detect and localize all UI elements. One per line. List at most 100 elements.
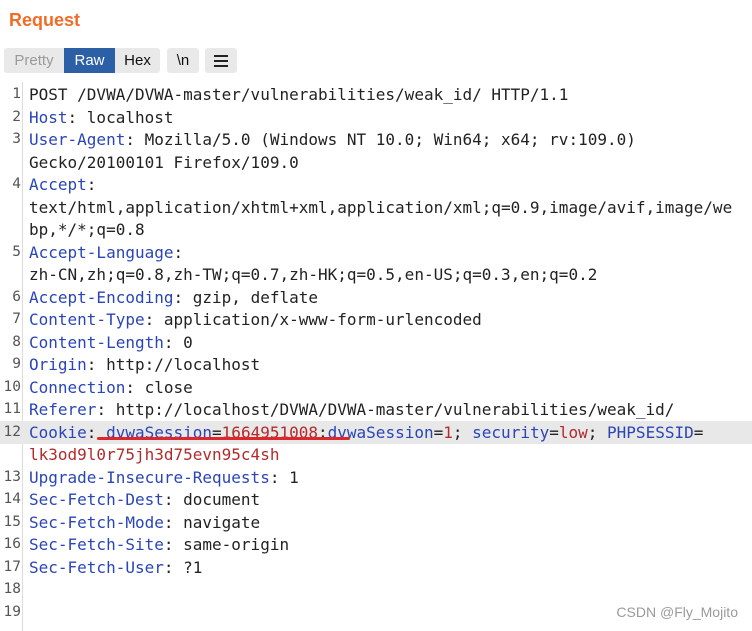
header-value: : close [125, 377, 193, 397]
header-key: Content-Type [29, 310, 145, 329]
code-line: 5 Accept-Language: [0, 241, 752, 264]
header-value: : 0 [163, 332, 193, 352]
line-code: Sec-Fetch-Mode: navigate [29, 511, 260, 534]
header-value: : [86, 175, 97, 194]
code-line: 10 Connection: close [0, 376, 752, 399]
line-code: bp,*/*;q=0.8 [29, 220, 145, 239]
header-key: Accept-Language [29, 242, 174, 262]
line-code: Upgrade-Insecure-Requests: 1 [29, 466, 299, 489]
header-value: : application/x-www-form-urlencoded [144, 310, 482, 329]
code-line: 17 Sec-Fetch-User: ?1 [0, 556, 752, 579]
line-number: 8 [12, 333, 21, 350]
tab-pretty[interactable]: Pretty [4, 48, 64, 73]
code-line: 9 Origin: http://localhost [0, 353, 752, 376]
header-key: Origin [29, 355, 87, 374]
line-number: 9 [12, 356, 21, 372]
view-toolbar: Pretty Raw Hex \n [4, 48, 237, 73]
cookie-name: security [472, 422, 550, 442]
code-line: 11 Referer: http://localhost/DVWA/DVWA-ma… [0, 398, 752, 421]
line-number: 15 [3, 513, 21, 530]
panel-title: Request [9, 10, 81, 30]
code-line: 14 Sec-Fetch-Dest: document [0, 488, 752, 511]
cookie-separator: = [693, 422, 704, 442]
line-number: 7 [12, 311, 21, 327]
header-value: : gzip, deflate [173, 287, 319, 307]
line-code: Content-Length: 0 [29, 331, 193, 354]
header-value: : document [163, 490, 261, 509]
header-key: Accept-Encoding [29, 287, 174, 307]
header-key: Cookie [29, 422, 87, 442]
line-number: 16 [3, 536, 21, 552]
line-code: lk3od9l0r75jh3d75evn95c4sh [29, 443, 279, 466]
line-code: Referer: http://localhost/DVWA/DVWA-mast… [29, 398, 674, 421]
header-key: Content-Length [29, 332, 164, 352]
line-number: 1 [12, 86, 21, 102]
line-number: 13 [3, 468, 21, 485]
header-key: Upgrade-Insecure-Requests [29, 467, 270, 487]
header-key: Sec-Fetch-Mode [29, 512, 164, 532]
code-line: 16 Sec-Fetch-Site: same-origin [0, 533, 752, 556]
code-line: 13 Upgrade-Insecure-Requests: 1 [0, 466, 752, 489]
cookie-highlight-underline [97, 437, 350, 440]
cookie-value: low [558, 422, 588, 442]
line-number: 11 [3, 401, 21, 417]
header-value: : same-origin [163, 535, 290, 554]
code-line: 2 Host: localhost [0, 106, 752, 129]
cookie-separator: ; [452, 422, 473, 442]
code-line: 1 POST /DVWA/DVWA-master/vulnerabilities/… [0, 83, 752, 106]
tab-hex[interactable]: Hex [115, 48, 160, 73]
line-code: Cookie: dvwaSession=1664951008;dvwaSessi… [29, 421, 703, 444]
line-code: Sec-Fetch-Dest: document [29, 488, 260, 511]
code-line: 4 Accept: [0, 173, 752, 196]
code-line: 15 Sec-Fetch-Mode: navigate [0, 511, 752, 534]
line-number: 2 [12, 108, 21, 125]
header-key: Sec-Fetch-User [29, 557, 164, 577]
line-code: Accept: [29, 173, 96, 196]
cookie-separator: = [549, 422, 559, 442]
header-key: Connection [29, 377, 126, 397]
line-code: Accept-Language: [29, 241, 183, 264]
request-editor[interactable]: 1 POST /DVWA/DVWA-master/vulnerabilities/… [0, 82, 752, 631]
code-line: bp,*/*;q=0.8 [0, 218, 752, 241]
line-code: Host: localhost [29, 106, 174, 129]
line-number: 19 [3, 603, 21, 620]
header-value: : Mozilla/5.0 (Windows NT 10.0; Win64; x… [125, 130, 636, 149]
header-key: User-Agent [29, 130, 126, 149]
code-line: 12 Cookie: dvwaSession=1664951008;dvwaSes… [0, 420, 752, 444]
code-line: Gecko/20100101 Firefox/109.0 [0, 151, 752, 174]
watermark: CSDN @Fly_Mojito [616, 604, 738, 620]
cookie-name: PHPSESSID [607, 422, 694, 442]
header-value: : 1 [269, 467, 299, 487]
hamburger-menu-icon [214, 54, 228, 67]
header-value: : http://localhost [86, 355, 261, 374]
code-line: 6 Accept-Encoding: gzip, deflate [0, 286, 752, 309]
cookie-value: lk3od9l0r75jh3d75evn95c4sh [29, 445, 280, 464]
code-line: 18 [0, 578, 752, 601]
line-code: Gecko/20100101 Firefox/109.0 [29, 152, 299, 172]
line-number: 17 [3, 558, 21, 575]
header-value: : ?1 [163, 557, 203, 577]
code-line: zh-CN,zh;q=0.8,zh-TW;q=0.7,zh-HK;q=0.5,e… [0, 263, 752, 286]
line-code: Content-Type: application/x-www-form-url… [29, 308, 482, 331]
line-number: 3 [12, 131, 21, 147]
menu-button[interactable] [205, 48, 237, 73]
line-code: Accept-Encoding: gzip, deflate [29, 286, 318, 309]
tab-raw[interactable]: Raw [64, 48, 115, 73]
line-number: 12 [3, 423, 21, 440]
line-number: 4 [12, 176, 21, 192]
line-code: POST /DVWA/DVWA-master/vulnerabilities/w… [29, 85, 569, 104]
line-number: 10 [3, 378, 21, 395]
line-code: zh-CN,zh;q=0.8,zh-TW;q=0.7,zh-HK;q=0.5,e… [29, 265, 598, 284]
header-key: Host [29, 107, 68, 127]
code-line: text/html,application/xhtml+xml,applicat… [0, 196, 752, 219]
show-newlines-button[interactable]: \n [167, 48, 199, 73]
line-code: text/html,application/xhtml+xml,applicat… [29, 197, 733, 217]
code-line: 8 Content-Length: 0 [0, 331, 752, 354]
header-key: Accept [29, 175, 87, 194]
cookie-separator: = [433, 422, 444, 442]
code-line: lk3od9l0r75jh3d75evn95c4sh [0, 443, 752, 466]
line-code: Connection: close [29, 376, 193, 399]
header-key: Sec-Fetch-Site [29, 535, 164, 554]
code-line: 3 User-Agent: Mozilla/5.0 (Windows NT 10.… [0, 128, 752, 151]
header-key: Sec-Fetch-Dest [29, 490, 164, 509]
